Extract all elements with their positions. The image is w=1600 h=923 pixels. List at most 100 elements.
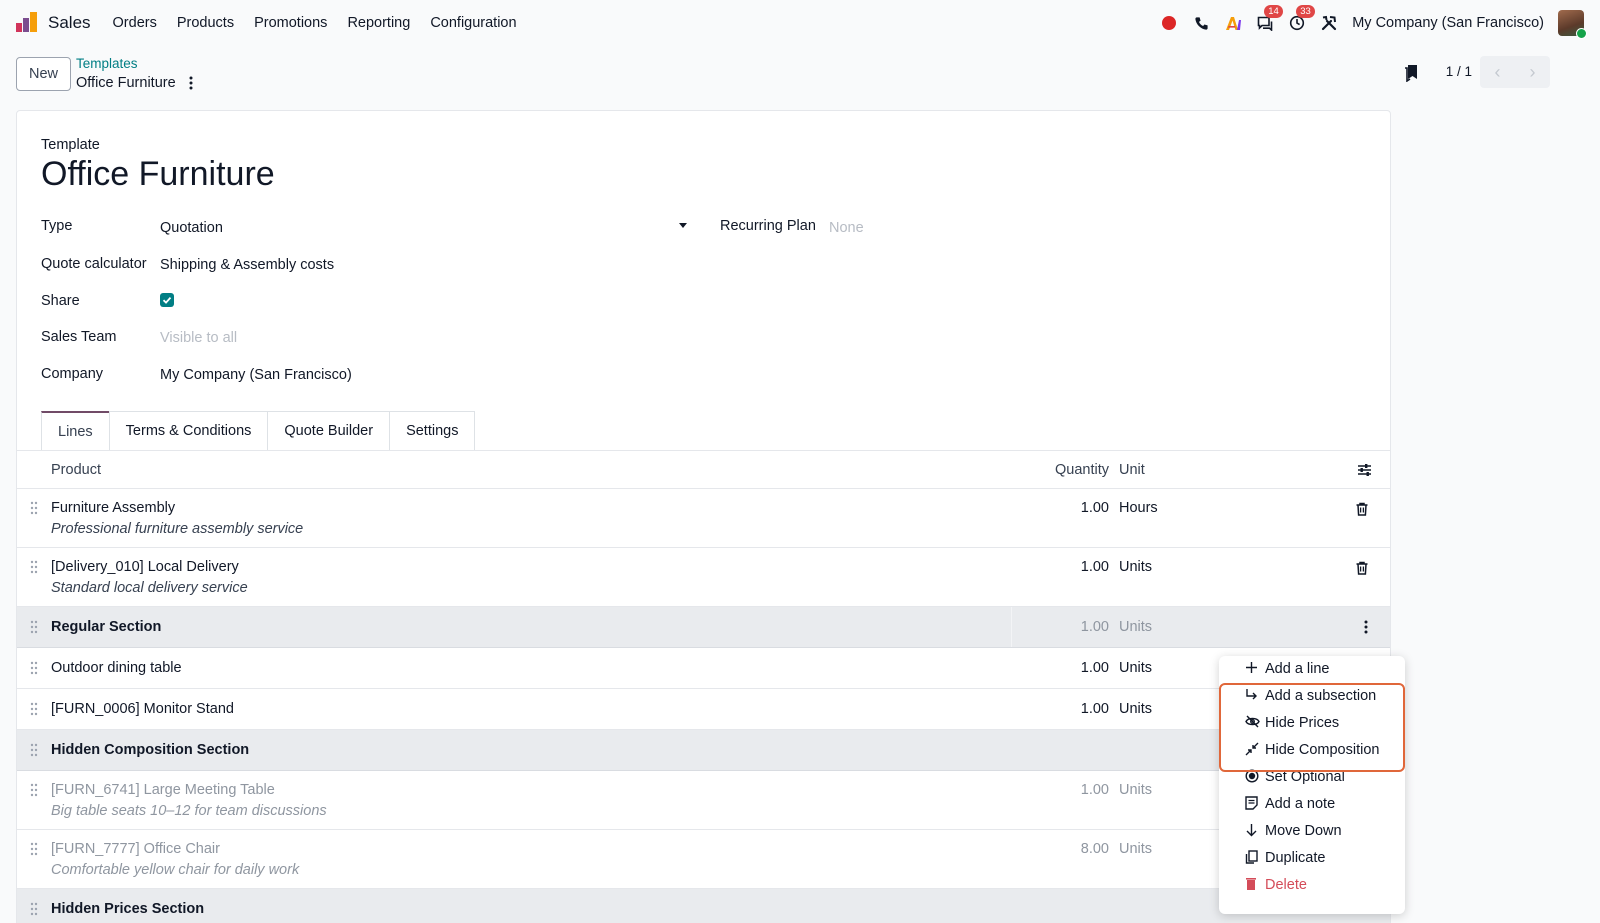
- menu-delete[interactable]: Delete: [1219, 872, 1405, 898]
- drag-handle-icon[interactable]: [29, 902, 39, 916]
- sales-team-field[interactable]: Visible to all: [160, 330, 237, 346]
- menu-hide-composition-label: Hide Composition: [1265, 742, 1380, 758]
- drag-handle-icon[interactable]: [29, 661, 39, 675]
- breadcrumb-current: Office Furniture: [76, 75, 176, 91]
- recurring-plan-label: Recurring Plan: [720, 218, 816, 234]
- table-row[interactable]: [FURN_7777] Office Chair Comfortable yel…: [17, 830, 1390, 889]
- menu-hide-composition[interactable]: Hide Composition: [1219, 737, 1405, 763]
- pager-previous-button[interactable]: ‹: [1480, 56, 1515, 88]
- drag-handle-icon[interactable]: [29, 560, 39, 574]
- pager-next-button[interactable]: ›: [1515, 56, 1550, 88]
- top-navbar: Sales Orders Products Promotions Reporti…: [0, 0, 1600, 46]
- line-quantity: 1.00: [1080, 701, 1109, 717]
- line-unit: Units: [1119, 660, 1153, 676]
- company-field[interactable]: My Company (San Francisco): [160, 367, 352, 383]
- menu-move-down[interactable]: Move Down: [1219, 818, 1405, 844]
- menu-set-optional[interactable]: Set Optional: [1219, 764, 1405, 790]
- menu-promotions[interactable]: Promotions: [254, 15, 327, 31]
- line-description: Big table seats 10–12 for team discussio…: [51, 803, 327, 819]
- user-avatar[interactable]: [1558, 10, 1587, 39]
- ai-icon[interactable]: [1224, 14, 1242, 32]
- type-select[interactable]: Quotation: [160, 220, 223, 236]
- radio-dot-icon: [1245, 769, 1259, 783]
- section-divider: [1011, 607, 1012, 647]
- section-row[interactable]: Hidden Composition Section: [17, 730, 1390, 771]
- table-row[interactable]: [FURN_6741] Large Meeting Table Big tabl…: [17, 771, 1390, 830]
- line-product-name: [FURN_0006] Monitor Stand: [51, 701, 234, 717]
- tab-terms-conditions[interactable]: Terms & Conditions: [108, 411, 269, 450]
- messages-icon[interactable]: 14: [1256, 5, 1283, 32]
- sales-app-logo[interactable]: [16, 12, 38, 34]
- table-row[interactable]: Outdoor dining table 1.00 Units: [17, 648, 1390, 689]
- menu-duplicate[interactable]: Duplicate: [1219, 845, 1405, 871]
- table-row[interactable]: [Delivery_010] Local Delivery Standard l…: [17, 548, 1390, 607]
- menu-configuration[interactable]: Configuration: [430, 15, 516, 31]
- share-label: Share: [41, 293, 80, 309]
- optional-columns-icon[interactable]: [1357, 463, 1372, 477]
- drag-handle-icon[interactable]: [29, 743, 39, 757]
- tab-lines[interactable]: Lines: [41, 411, 110, 450]
- breadcrumb-templates[interactable]: Templates: [76, 56, 138, 71]
- recurring-plan-field[interactable]: None: [829, 220, 864, 236]
- line-quantity: 1.00: [1080, 660, 1109, 676]
- drag-handle-icon[interactable]: [29, 842, 39, 856]
- menu-add-subsection[interactable]: Add a subsection: [1219, 683, 1405, 709]
- control-panel: New Templates Office Furniture 1 / 1 ‹ ›: [16, 56, 1590, 100]
- tools-icon[interactable]: [1320, 14, 1338, 32]
- menu-add-line[interactable]: Add a line: [1219, 656, 1405, 682]
- header-product[interactable]: Product: [51, 462, 101, 478]
- drag-handle-icon[interactable]: [29, 501, 39, 515]
- section-row[interactable]: Regular Section 1.00 Units: [17, 607, 1390, 648]
- table-row[interactable]: Furniture Assembly Professional furnitur…: [17, 489, 1390, 548]
- activities-badge: 33: [1296, 5, 1315, 18]
- menu-products[interactable]: Products: [177, 15, 234, 31]
- table-row[interactable]: [FURN_0006] Monitor Stand 1.00 Units: [17, 689, 1390, 730]
- menu-reporting[interactable]: Reporting: [347, 15, 410, 31]
- quote-calculator-field[interactable]: Shipping & Assembly costs: [160, 257, 334, 273]
- menu-orders[interactable]: Orders: [113, 15, 157, 31]
- section-name: Hidden Prices Section: [51, 901, 205, 917]
- tab-settings[interactable]: Settings: [389, 411, 476, 450]
- menu-delete-label: Delete: [1265, 877, 1307, 893]
- bookmark-icon[interactable]: [1404, 64, 1418, 82]
- header-quantity[interactable]: Quantity: [1055, 462, 1109, 478]
- header-unit[interactable]: Unit: [1119, 462, 1145, 478]
- menu-move-down-label: Move Down: [1265, 823, 1342, 839]
- tab-quote-builder[interactable]: Quote Builder: [267, 411, 391, 450]
- company-switcher[interactable]: My Company (San Francisco): [1352, 15, 1544, 31]
- new-button[interactable]: New: [16, 57, 72, 91]
- pager-buttons: ‹ ›: [1480, 56, 1550, 88]
- menu-duplicate-label: Duplicate: [1265, 850, 1326, 866]
- drag-handle-icon[interactable]: [29, 702, 39, 716]
- record-icon[interactable]: [1160, 14, 1178, 32]
- sales-team-label: Sales Team: [41, 329, 117, 345]
- pager-value[interactable]: 1 / 1: [1446, 64, 1472, 79]
- type-dropdown-caret-icon[interactable]: [679, 223, 687, 228]
- line-unit: Units: [1119, 841, 1153, 857]
- drag-handle-icon[interactable]: [29, 783, 39, 797]
- list-header: Product Quantity Unit: [17, 450, 1390, 489]
- record-actions-kebab-icon[interactable]: [186, 74, 196, 92]
- arrow-down-icon: [1246, 824, 1257, 837]
- menu-hide-prices[interactable]: Hide Prices: [1219, 710, 1405, 736]
- copy-icon: [1245, 850, 1258, 864]
- compress-icon: [1245, 742, 1259, 756]
- app-name[interactable]: Sales: [48, 13, 91, 33]
- trash-icon[interactable]: [1355, 502, 1369, 516]
- menu-hide-prices-label: Hide Prices: [1265, 715, 1340, 731]
- menu-add-note-label: Add a note: [1265, 796, 1336, 812]
- line-description: Professional furniture assembly service: [51, 521, 304, 537]
- section-row[interactable]: Hidden Prices Section: [17, 889, 1390, 923]
- drag-handle-icon[interactable]: [29, 620, 39, 634]
- line-product-name: [Delivery_010] Local Delivery: [51, 559, 239, 575]
- menu-add-note[interactable]: Add a note: [1219, 791, 1405, 817]
- subsection-arrow-icon: [1246, 689, 1257, 700]
- section-kebab-icon[interactable]: [1361, 618, 1371, 636]
- line-product-name: Furniture Assembly: [51, 500, 176, 516]
- record-title[interactable]: Office Furniture: [41, 155, 275, 194]
- activities-clock-icon[interactable]: 33: [1288, 5, 1315, 32]
- section-actions-dropdown: Add a line Add a subsection Hide Prices …: [1219, 656, 1405, 914]
- share-checkbox[interactable]: [160, 293, 174, 307]
- phone-icon[interactable]: [1192, 14, 1210, 32]
- trash-icon[interactable]: [1355, 561, 1369, 575]
